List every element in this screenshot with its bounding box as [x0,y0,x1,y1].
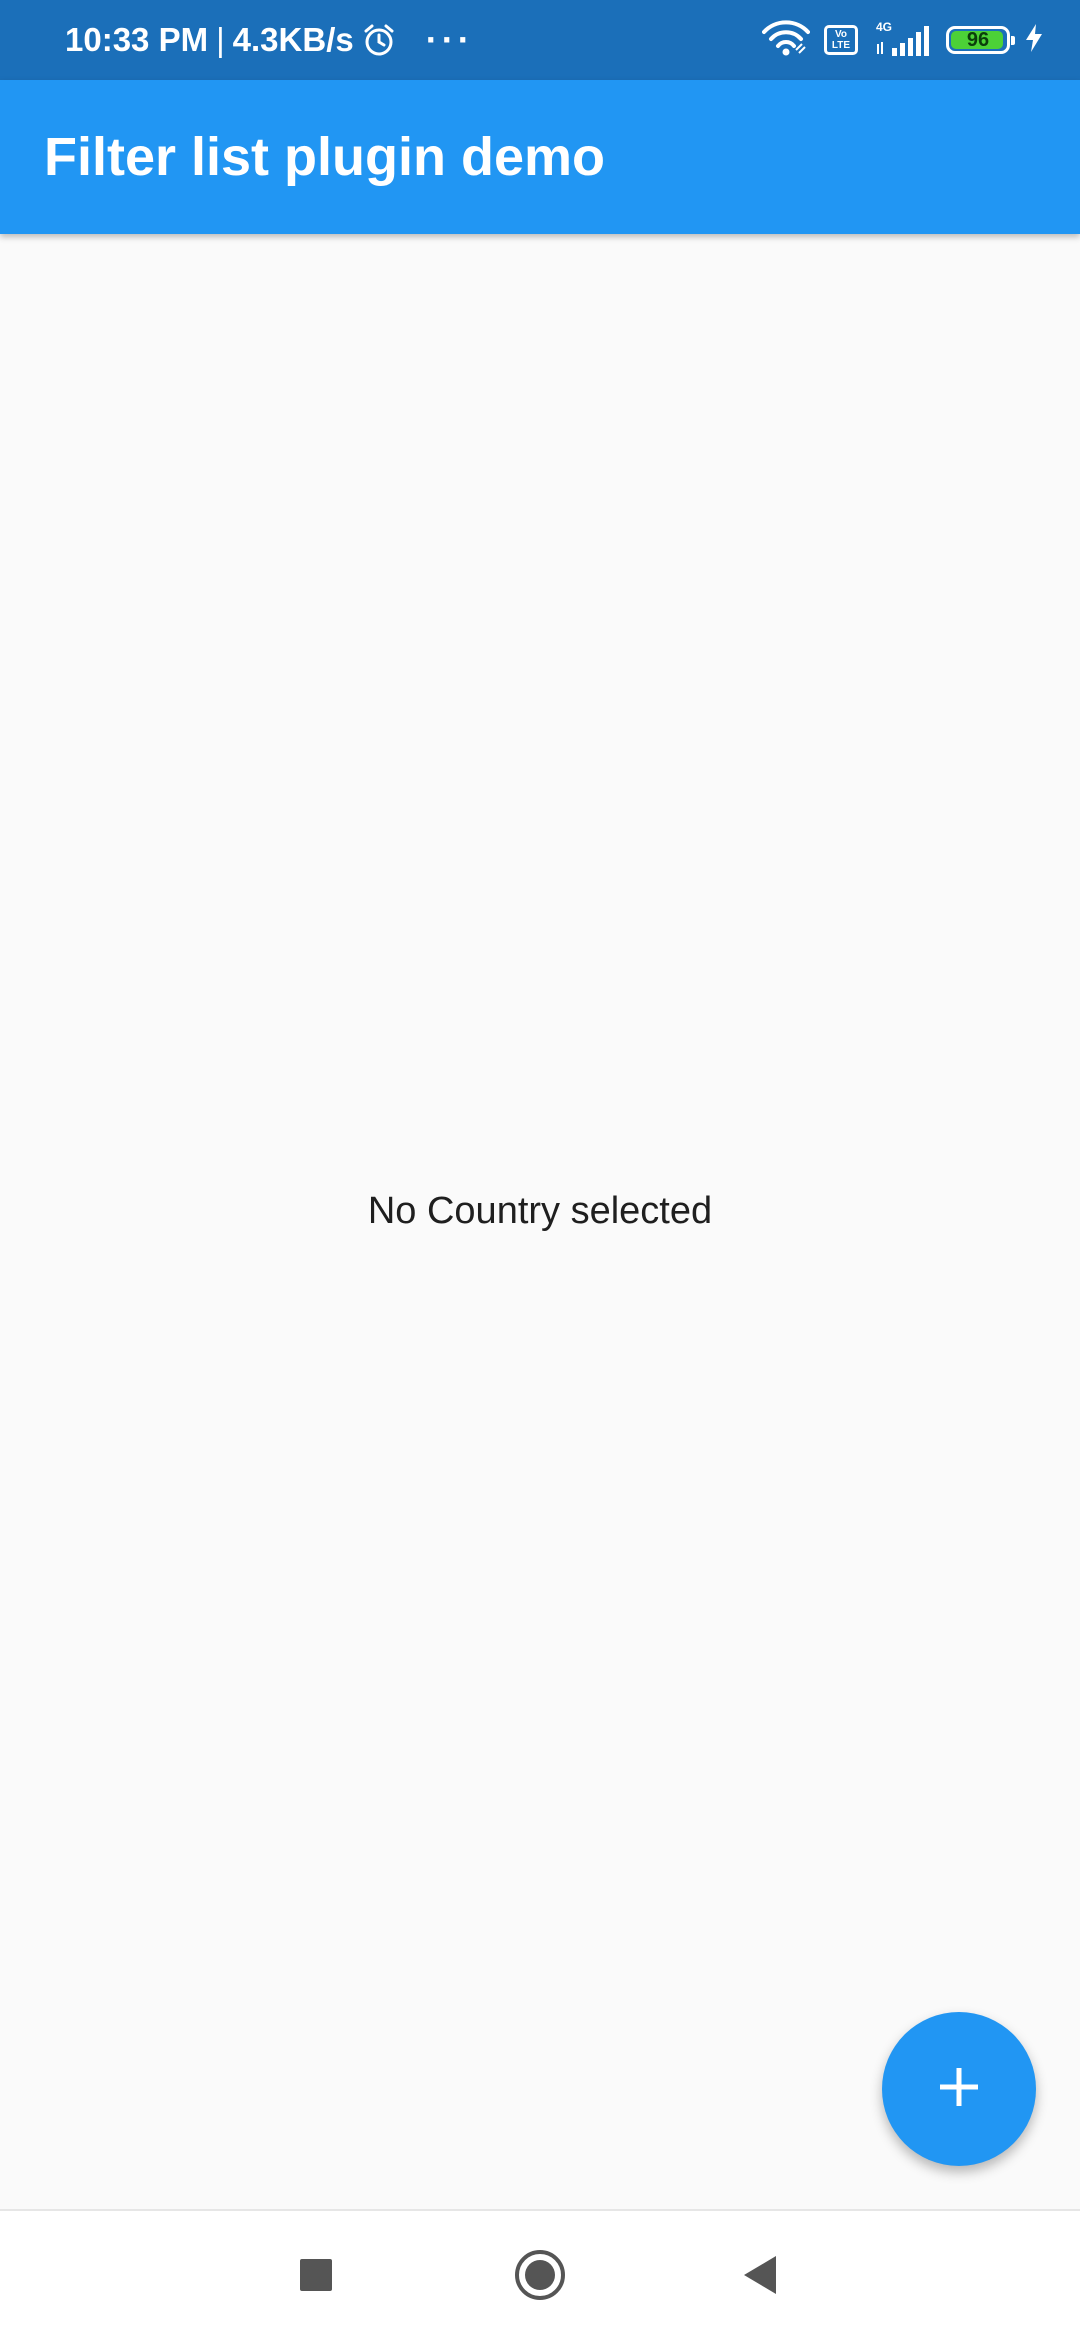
charging-bolt-icon [1024,23,1044,58]
cellular-signal-icon: 4G [872,20,932,60]
app-bar: Filter list plugin demo [0,80,1080,234]
page-title: Filter list plugin demo [44,127,606,187]
add-country-fab[interactable] [882,2012,1036,2166]
status-time: 10:33 PM [65,21,209,58]
system-navigation-bar [0,2209,1080,2340]
back-button[interactable] [728,2245,792,2309]
battery-tip [1011,36,1015,45]
plus-icon [935,2063,983,2116]
battery-level: 96 [966,28,990,51]
status-right: Vo LTE 4G 96 [762,0,1044,80]
status-left: 10:33 PM | 4.3KB/s ··· [65,0,474,80]
empty-state-message: No Country selected [367,1190,713,1232]
volte-top-text: Vo [834,29,848,40]
network-speed: 4.3KB/s [232,21,354,58]
wifi-icon [762,19,810,61]
alarm-clock-icon [362,23,396,57]
main-content: No Country selected [0,234,1080,2209]
volte-icon: Vo LTE [824,25,858,55]
triangle-back-icon [740,2254,780,2301]
battery-icon: 96 [946,26,1015,54]
status-bar: 10:33 PM | 4.3KB/s ··· Vo LTE 4G 96 [0,0,1080,80]
square-recents-icon [299,2258,333,2297]
volte-bottom-text: LTE [831,40,851,51]
circle-home-icon [513,2248,567,2307]
recents-button[interactable] [284,2245,348,2309]
home-button[interactable] [508,2245,572,2309]
more-notifications-indicator: ··· [425,19,474,60]
status-separator: | [216,21,225,58]
